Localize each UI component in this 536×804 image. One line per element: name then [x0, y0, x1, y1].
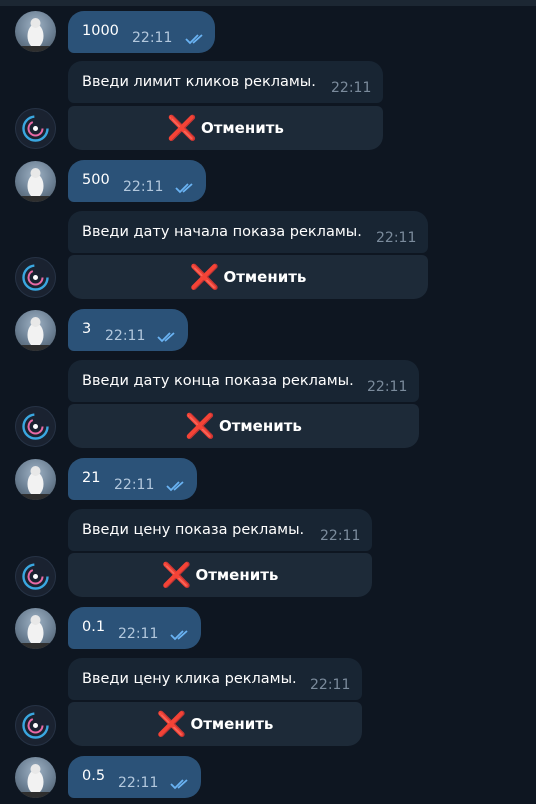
- message-time: 22:11: [114, 477, 155, 493]
- bot-avatar[interactable]: [15, 108, 56, 149]
- double-check-icon: [157, 332, 175, 343]
- outgoing-message[interactable]: 500 22:11: [68, 160, 206, 202]
- cancel-button-label: Отменить: [195, 566, 279, 584]
- bot-logo-icon: [22, 712, 49, 739]
- message-text: Введи лимит кликов рекламы.: [82, 74, 316, 90]
- message-text: Введи цену клика рекламы.: [82, 671, 297, 687]
- user-avatar[interactable]: [15, 459, 56, 500]
- incoming-message[interactable]: Введи цену клика рекламы. 22:11: [68, 658, 362, 700]
- cancel-button-label: Отменить: [190, 715, 274, 733]
- cross-mark-icon: ❌: [189, 263, 220, 291]
- bot-logo-icon: [22, 563, 49, 590]
- double-check-icon: [170, 779, 188, 790]
- cancel-button-label: Отменить: [218, 417, 302, 435]
- cancel-button[interactable]: ❌ Отменить: [68, 553, 372, 597]
- cross-mark-icon: ❌: [167, 114, 197, 142]
- message-text: Введи дату начала показа рекламы.: [82, 224, 362, 240]
- message-text: 0.5: [82, 768, 106, 784]
- penguin-avatar-icon: [15, 615, 56, 649]
- message-text: 1000: [82, 23, 119, 39]
- penguin-avatar-icon: [15, 466, 56, 500]
- outgoing-message[interactable]: 21 22:11: [68, 458, 197, 500]
- message-text: 3: [82, 321, 92, 337]
- cancel-button[interactable]: ❌ Отменить: [68, 106, 383, 150]
- penguin-avatar-icon: [15, 317, 56, 351]
- outgoing-message[interactable]: 3 22:11: [68, 309, 188, 351]
- cancel-button[interactable]: ❌ Отменить: [68, 404, 419, 448]
- outgoing-message[interactable]: 0.1 22:11: [68, 607, 201, 649]
- bot-logo-icon: [22, 264, 49, 291]
- message-text: 0.1: [82, 619, 106, 635]
- message-text: Введи цену показа рекламы.: [82, 522, 305, 538]
- message-time: 22:11: [118, 775, 159, 791]
- message-time: 22:11: [118, 626, 159, 642]
- cross-mark-icon: ❌: [161, 561, 192, 589]
- message-text: Введи дату конца показа рекламы.: [82, 373, 354, 389]
- bot-logo-icon: [22, 115, 49, 142]
- message-time: 22:11: [105, 328, 146, 344]
- cancel-button[interactable]: ❌ Отменить: [68, 255, 428, 299]
- double-check-icon: [170, 630, 188, 641]
- message-time: 22:11: [376, 230, 417, 246]
- bot-logo-icon: [22, 413, 49, 440]
- user-avatar[interactable]: [15, 11, 56, 52]
- message-text: 21: [82, 470, 101, 486]
- cross-mark-icon: ❌: [185, 412, 215, 440]
- bot-avatar[interactable]: [15, 705, 56, 746]
- message-time: 22:11: [320, 528, 361, 544]
- message-time: 22:11: [310, 677, 351, 693]
- bot-avatar[interactable]: [15, 257, 56, 298]
- incoming-message[interactable]: Введи лимит кликов рекламы. 22:11: [68, 61, 383, 103]
- double-check-icon: [185, 34, 203, 45]
- penguin-avatar-icon: [15, 764, 56, 798]
- user-avatar[interactable]: [15, 310, 56, 351]
- message-time: 22:11: [132, 30, 173, 46]
- cancel-button[interactable]: ❌ Отменить: [68, 702, 362, 746]
- user-avatar[interactable]: [15, 161, 56, 202]
- incoming-message[interactable]: Введи дату начала показа рекламы. 22:11: [68, 211, 428, 253]
- outgoing-message[interactable]: 1000 22:11: [68, 11, 215, 53]
- cross-mark-icon: ❌: [156, 710, 187, 738]
- double-check-icon: [175, 183, 193, 194]
- penguin-avatar-icon: [15, 18, 56, 52]
- message-text: 500: [82, 172, 110, 188]
- message-time: 22:11: [123, 179, 164, 195]
- bot-avatar[interactable]: [15, 406, 56, 447]
- bot-avatar[interactable]: [15, 556, 56, 597]
- double-check-icon: [166, 481, 184, 492]
- message-time: 22:11: [331, 80, 372, 96]
- penguin-avatar-icon: [15, 168, 56, 202]
- cancel-button-label: Отменить: [200, 119, 284, 137]
- outgoing-message[interactable]: 0.5 22:11: [68, 756, 201, 798]
- cancel-button-label: Отменить: [223, 268, 307, 286]
- message-time: 22:11: [367, 379, 408, 395]
- incoming-message[interactable]: Введи дату конца показа рекламы. 22:11: [68, 360, 419, 402]
- chat-history[interactable]: 1000 22:11 Введи лимит кликов рекламы. 2…: [0, 0, 536, 804]
- incoming-message[interactable]: Введи цену показа рекламы. 22:11: [68, 509, 372, 551]
- user-avatar[interactable]: [15, 757, 56, 798]
- user-avatar[interactable]: [15, 608, 56, 649]
